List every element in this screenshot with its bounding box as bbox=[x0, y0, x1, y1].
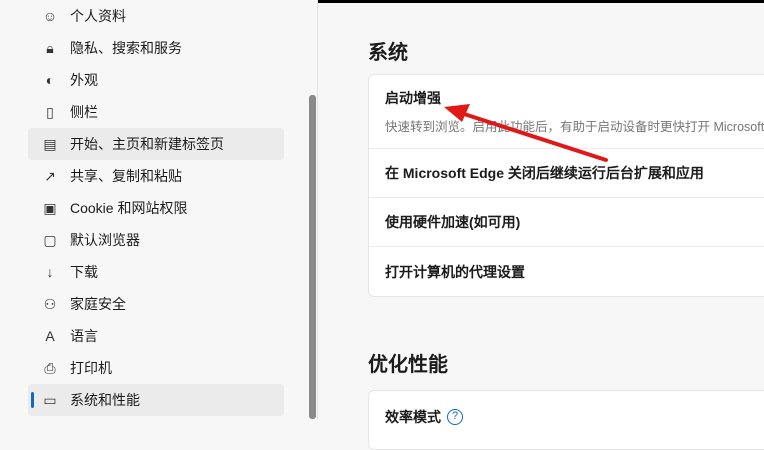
annotation-arrow bbox=[444, 104, 608, 162]
